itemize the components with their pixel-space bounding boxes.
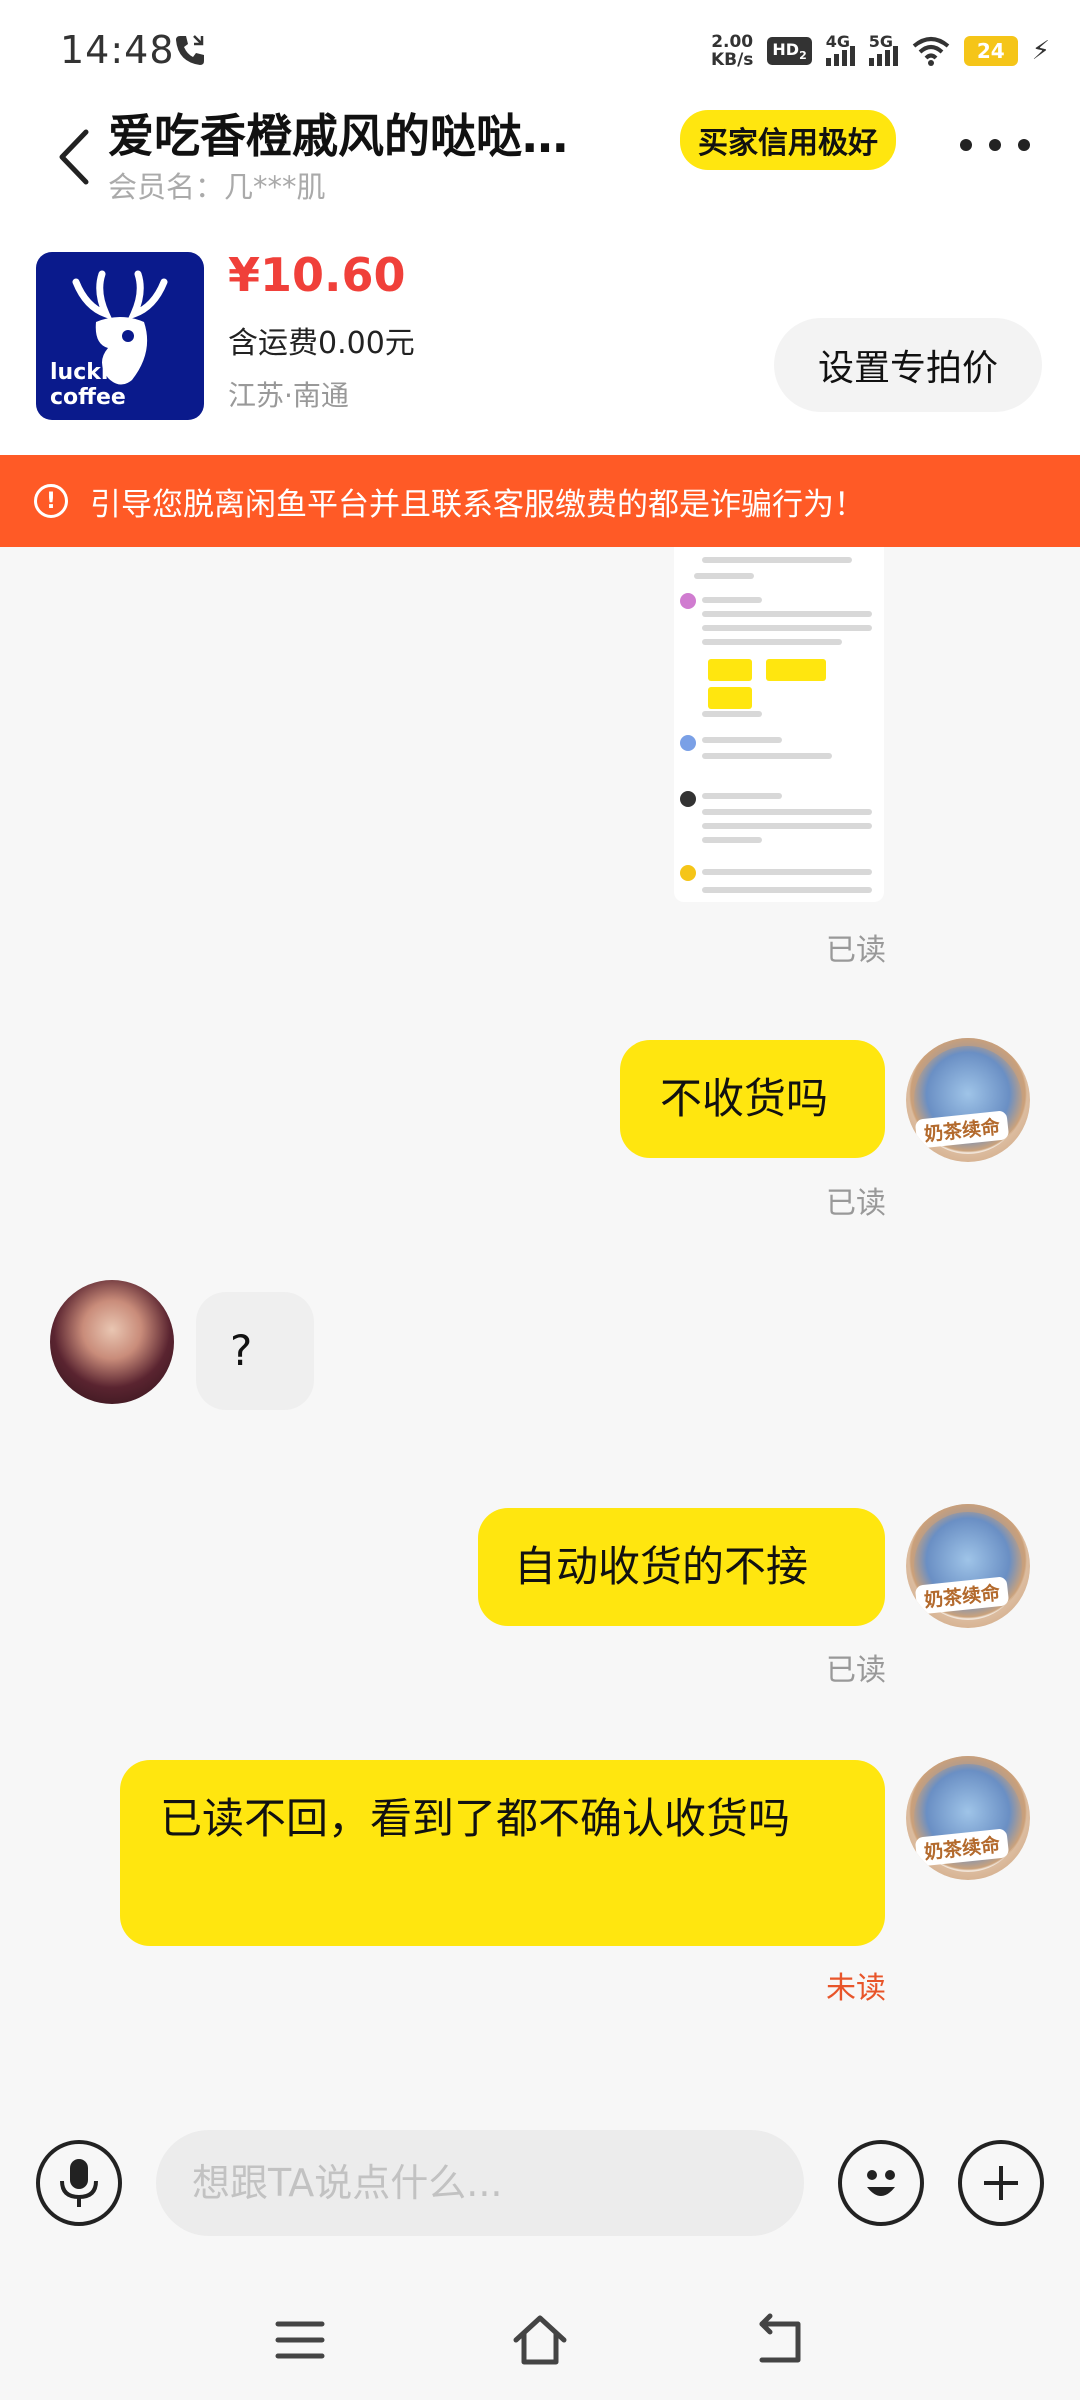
input-bar xyxy=(0,2090,1080,2280)
image-message[interactable] xyxy=(674,547,884,902)
emoji-icon[interactable] xyxy=(838,2140,924,2226)
wifi-icon xyxy=(912,37,950,66)
home-icon[interactable] xyxy=(510,2310,570,2370)
warning-icon: ! xyxy=(34,484,68,518)
message-bubble[interactable]: 已读不回，看到了都不确认收货吗 xyxy=(120,1760,885,1946)
mic-icon[interactable] xyxy=(36,2140,122,2226)
status-indicators: 2.00 KB/s HD2 4G 5G 24 ⚡ xyxy=(711,26,1050,76)
product-brand: luckin coffee xyxy=(50,360,126,410)
read-status: 已读 xyxy=(826,933,886,968)
read-status: 已读 xyxy=(826,1653,886,1688)
fraud-warning-bar: ! 引导您脱离闲鱼平台并且联系客服缴费的都是诈骗行为！ xyxy=(0,455,1080,547)
signal-5g-icon: 5G xyxy=(868,32,898,66)
warning-text: 引导您脱离闲鱼平台并且联系客服缴费的都是诈骗行为！ xyxy=(90,486,865,523)
back-nav-icon[interactable] xyxy=(750,2310,810,2370)
charging-icon: ⚡ xyxy=(1031,36,1050,66)
signal-4g-icon: 4G xyxy=(825,32,855,66)
more-icon[interactable] xyxy=(960,130,1030,160)
back-icon[interactable] xyxy=(50,122,98,192)
my-avatar[interactable]: 奶茶续命 xyxy=(906,1504,1030,1628)
contact-avatar[interactable] xyxy=(50,1280,174,1404)
product-card[interactable]: luckin coffee ¥10.60 含运费0.00元 江苏·南通 设置专拍… xyxy=(0,210,1080,455)
product-thumbnail[interactable]: luckin coffee xyxy=(36,252,204,420)
call-icon xyxy=(176,35,204,65)
system-nav-bar xyxy=(0,2280,1080,2400)
status-bar: 14:48 2.00 KB/s HD2 4G 5G 24 ⚡ xyxy=(0,0,1080,100)
status-time: 14:48 xyxy=(60,28,175,72)
my-avatar[interactable]: 奶茶续命 xyxy=(906,1038,1030,1162)
product-location: 江苏·南通 xyxy=(228,379,349,412)
message-text: 已读不回，看到了都不确认收货吗 xyxy=(160,1794,791,1843)
network-speed: 2.00 KB/s xyxy=(710,32,754,70)
message-input[interactable] xyxy=(156,2130,804,2236)
menu-icon[interactable] xyxy=(270,2310,330,2370)
message-text: 自动收货的不接 xyxy=(514,1542,809,1591)
chat-title: 爱吃香橙戚风的哒哒… xyxy=(108,109,568,163)
set-special-price-button[interactable]: 设置专拍价 xyxy=(774,318,1042,412)
shipping-fee: 含运费0.00元 xyxy=(228,326,415,361)
product-price: ¥10.60 xyxy=(228,248,406,302)
credit-badge[interactable]: 买家信用极好 xyxy=(680,110,896,170)
member-name: 会员名：几***肌 xyxy=(108,170,326,204)
message-bubble[interactable]: 不收货吗 xyxy=(620,1040,885,1158)
message-text: 不收货吗 xyxy=(660,1074,829,1123)
plus-icon[interactable] xyxy=(958,2140,1044,2226)
message-text: ? xyxy=(230,1326,253,1375)
chat-header: 爱吃香橙戚风的哒哒… 会员名：几***肌 买家信用极好 xyxy=(0,100,1080,210)
my-avatar[interactable]: 奶茶续命 xyxy=(906,1756,1030,1880)
read-status: 已读 xyxy=(826,1186,886,1221)
message-bubble[interactable]: ? xyxy=(196,1292,314,1410)
unread-status: 未读 xyxy=(826,1971,886,2006)
battery-icon: 24 xyxy=(963,36,1018,66)
message-bubble[interactable]: 自动收货的不接 xyxy=(478,1508,885,1626)
hd-voice-icon: HD2 xyxy=(767,36,812,66)
